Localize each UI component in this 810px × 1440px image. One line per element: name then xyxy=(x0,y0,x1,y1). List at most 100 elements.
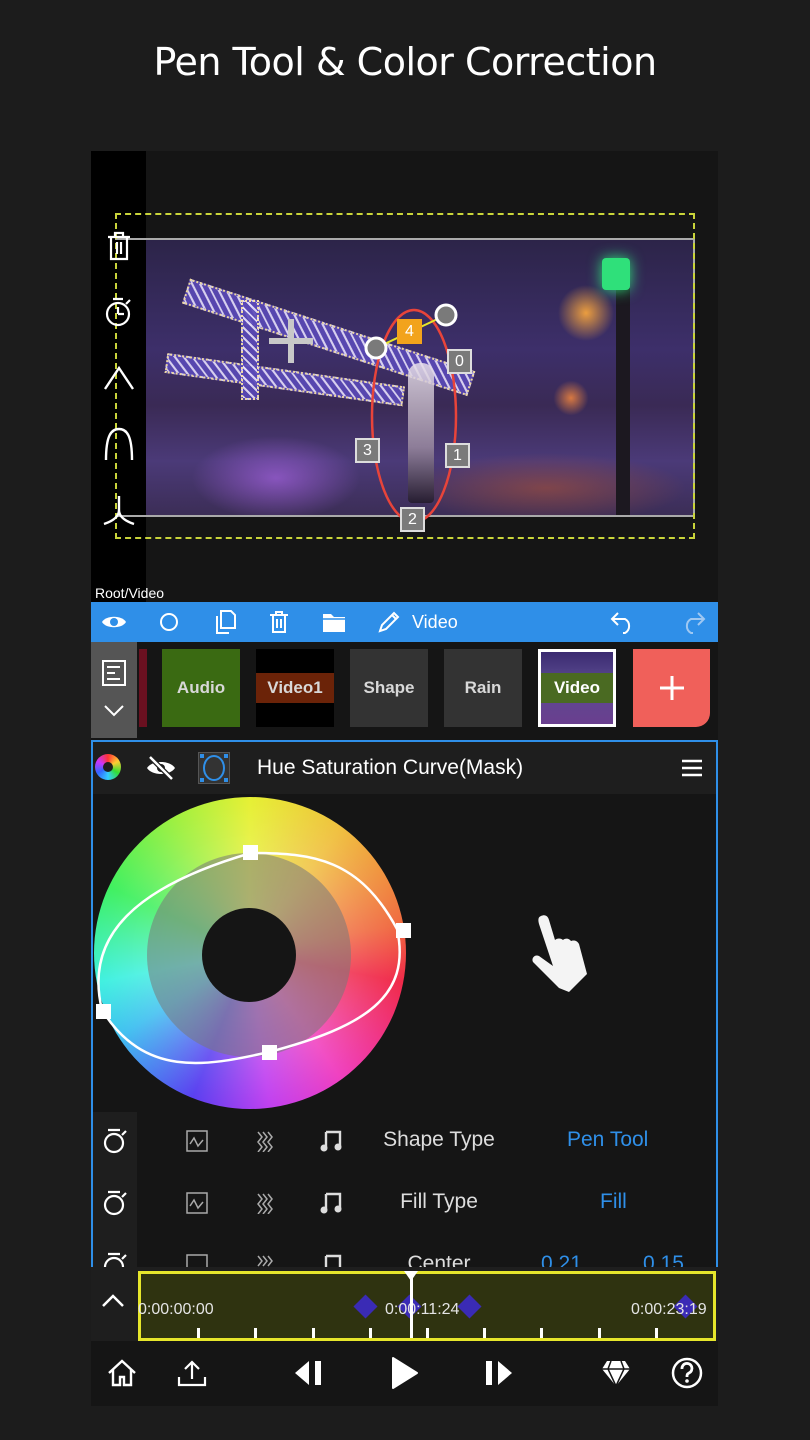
curve-point[interactable] xyxy=(396,923,411,938)
premium-button[interactable] xyxy=(596,1353,636,1393)
hue-saturation-wheel[interactable] xyxy=(94,797,411,1109)
copy-icon xyxy=(216,610,236,634)
property-label: Fill Type xyxy=(400,1190,478,1213)
layer-label: Video1 xyxy=(256,673,334,703)
rename-layer-button[interactable] xyxy=(371,604,407,640)
home-button[interactable] xyxy=(102,1353,142,1393)
headline: Pen Tool & Color Correction xyxy=(153,40,657,84)
visibility-button[interactable] xyxy=(96,604,132,640)
keyframe-marker[interactable] xyxy=(353,1294,378,1319)
help-button[interactable] xyxy=(667,1353,707,1393)
property-row-fill-type[interactable]: Fill Type Fill xyxy=(93,1174,716,1236)
ruler-tick xyxy=(540,1328,544,1338)
hide-effect-button[interactable] xyxy=(145,754,177,787)
effect-menu-button[interactable] xyxy=(681,758,703,783)
curve-point[interactable] xyxy=(262,1045,277,1060)
video-preview[interactable]: 4 0 1 2 3 Root/Video xyxy=(91,151,718,602)
graph-button[interactable] xyxy=(182,1188,212,1218)
hamburger-icon xyxy=(682,759,702,777)
curve-point[interactable] xyxy=(243,845,258,860)
wiggle-button[interactable] xyxy=(250,1188,280,1218)
control-point-2[interactable]: 2 xyxy=(400,507,425,532)
plus-cursor-icon xyxy=(269,319,313,363)
export-icon xyxy=(177,1360,207,1387)
layer-toolbar: Video xyxy=(91,602,718,642)
expand-timeline-button[interactable] xyxy=(101,1293,125,1314)
ruler-tick xyxy=(483,1328,487,1338)
layer-tile-shape[interactable]: Shape xyxy=(350,649,428,727)
bezier-handle-left[interactable] xyxy=(364,336,388,360)
effect-title: Hue Saturation Curve(Mask) xyxy=(257,756,524,779)
graph-icon xyxy=(186,1192,208,1214)
keyframe-marker[interactable] xyxy=(457,1294,482,1319)
mask-shape-button[interactable] xyxy=(151,604,187,640)
control-point-1[interactable]: 1 xyxy=(445,443,470,468)
pen-path-overlay xyxy=(269,303,458,524)
control-point-3[interactable]: 3 xyxy=(355,438,380,463)
previous-frame-button[interactable] xyxy=(290,1353,330,1393)
layer-tile-audio[interactable]: Audio xyxy=(162,649,240,727)
curve-point-button[interactable] xyxy=(101,424,137,464)
stopwatch-icon xyxy=(103,1190,127,1216)
layer-list-toggle[interactable] xyxy=(91,642,137,738)
ruler-tick xyxy=(654,1328,658,1338)
property-list[interactable]: Shape Type Pen Tool Fill Type Fill Cente… xyxy=(93,1112,716,1269)
graph-button[interactable] xyxy=(182,1126,212,1156)
property-row-center[interactable]: Center 0.21 0.15 xyxy=(93,1236,716,1269)
color-wheel-icon[interactable] xyxy=(95,754,121,780)
music-note-icon xyxy=(320,1192,342,1214)
duplicate-button[interactable] xyxy=(207,604,243,640)
add-layer-button[interactable] xyxy=(633,649,710,727)
audio-link-button[interactable] xyxy=(317,1126,347,1156)
hue-curve-overlay xyxy=(97,851,401,1065)
property-value[interactable]: Fill xyxy=(600,1190,627,1214)
property-value[interactable]: Pen Tool xyxy=(567,1128,648,1152)
undo-button[interactable] xyxy=(605,604,641,640)
audio-link-button[interactable] xyxy=(317,1188,347,1218)
redo-button[interactable] xyxy=(675,604,711,640)
property-row-shape-type[interactable]: Shape Type Pen Tool xyxy=(93,1112,716,1174)
bezier-handle-right[interactable] xyxy=(434,303,458,327)
hand-pointer-icon xyxy=(532,915,587,992)
wiggle-button[interactable] xyxy=(250,1126,280,1156)
trash-icon xyxy=(108,231,130,261)
layer-tile-rain[interactable]: Rain xyxy=(444,649,522,727)
export-button[interactable] xyxy=(172,1353,212,1393)
wiggle-icon xyxy=(257,1193,273,1214)
ruler-tick xyxy=(368,1328,372,1338)
mask-ellipse-icon xyxy=(200,754,228,782)
chevron-down-icon xyxy=(104,705,124,717)
editor-app: 4 0 1 2 3 Root/Video Video Audio Video1 … xyxy=(91,151,718,1406)
ruler-tick xyxy=(597,1328,601,1338)
curve-point[interactable] xyxy=(96,1004,111,1019)
ruler-tick xyxy=(311,1328,315,1338)
open-folder-button[interactable] xyxy=(316,604,352,640)
eye-icon xyxy=(102,616,126,628)
next-frame-button[interactable] xyxy=(479,1353,519,1393)
graph-icon xyxy=(186,1130,208,1152)
pen-tool-strip xyxy=(101,226,137,556)
effect-panel-header: Hue Saturation Curve(Mask) xyxy=(93,742,716,794)
timecode-end: 0:00:23:19 xyxy=(631,1301,707,1318)
keyframe-button[interactable] xyxy=(100,1188,130,1218)
control-point-0[interactable]: 0 xyxy=(447,349,472,374)
timeline-track[interactable]: 0:00:00:00 0:00:11:24 0:00:23:19 xyxy=(138,1271,716,1341)
pencil-icon xyxy=(378,611,400,633)
delete-point-button[interactable] xyxy=(101,226,137,266)
bottom-bar xyxy=(91,1341,718,1406)
playhead[interactable] xyxy=(403,1271,418,1338)
home-icon xyxy=(108,1359,136,1387)
control-point-4[interactable]: 4 xyxy=(397,319,422,344)
layer-tile-video-selected[interactable]: Video xyxy=(538,649,616,727)
stopwatch-icon xyxy=(105,297,131,327)
undo-icon xyxy=(610,612,631,634)
play-button[interactable] xyxy=(384,1353,424,1393)
delete-layer-button[interactable] xyxy=(261,604,297,640)
ruler-tick xyxy=(197,1328,201,1338)
keyframe-point-button[interactable] xyxy=(101,292,137,332)
symmetric-point-button[interactable] xyxy=(101,490,137,530)
keyframe-button[interactable] xyxy=(100,1126,130,1156)
mask-toggle-button[interactable] xyxy=(198,752,230,784)
layer-tile-video1[interactable]: Video1 xyxy=(256,649,334,727)
corner-point-button[interactable] xyxy=(101,358,137,398)
